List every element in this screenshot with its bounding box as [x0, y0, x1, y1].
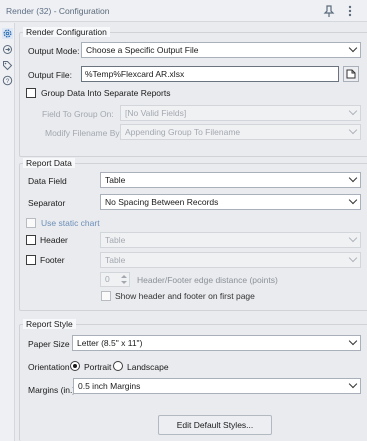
modify-filename-select[interactable]: Appending Group To Filename: [120, 124, 361, 140]
title-bar: Render (32) - Configuration: [0, 0, 367, 22]
field-to-group-value: [No Valid Fields]: [125, 108, 187, 118]
edit-default-styles-button[interactable]: Edit Default Styles...: [158, 415, 272, 435]
output-mode-value: Choose a Specific Output File: [86, 45, 199, 55]
separator-select[interactable]: No Spacing Between Records: [100, 194, 361, 210]
separator-value: No Spacing Between Records: [105, 197, 219, 207]
margins-value: 0.5 inch Margins: [78, 381, 141, 391]
chevron-down-icon: [348, 125, 358, 135]
more-vertical-icon[interactable]: [344, 4, 356, 18]
connection-icon[interactable]: [2, 44, 13, 55]
group-data-checkbox[interactable]: [26, 88, 36, 98]
output-file-input[interactable]: %Temp%Flexcard AR.xlsx: [81, 66, 339, 82]
spin-up-icon: [121, 275, 127, 278]
header-label: Header: [40, 235, 68, 245]
report-style-legend: Report Style: [23, 319, 76, 329]
orientation-label: Orientation: [28, 362, 70, 372]
title-separator: -: [51, 6, 59, 16]
header-select[interactable]: Table: [100, 232, 361, 248]
data-field-value: Table: [105, 175, 126, 185]
chevron-down-icon: [348, 173, 358, 183]
show-header-footer-checkbox[interactable]: [101, 291, 111, 301]
landscape-radio[interactable]: [113, 361, 123, 371]
portrait-radio[interactable]: [70, 361, 80, 371]
group-data-label: Group Data Into Separate Reports: [41, 88, 171, 98]
data-field-label: Data Field: [28, 176, 67, 186]
chevron-down-icon: [348, 233, 358, 243]
tag-icon[interactable]: [2, 60, 13, 71]
render-configuration-legend: Render Configuration: [23, 27, 110, 37]
use-static-chart-label: Use static chart: [41, 218, 100, 228]
window-title: Render (32) - Configuration: [6, 6, 109, 16]
svg-text:?: ?: [6, 78, 10, 85]
gear-icon[interactable]: [2, 28, 13, 39]
landscape-label: Landscape: [127, 362, 169, 372]
help-icon[interactable]: ?: [2, 75, 13, 86]
chevron-down-icon: [348, 106, 358, 116]
spin-down-icon: [121, 281, 127, 284]
data-field-select[interactable]: Table: [100, 172, 361, 188]
edge-distance-value: 0: [105, 274, 110, 284]
chevron-down-icon: [348, 336, 358, 346]
use-static-chart-checkbox[interactable]: [26, 218, 36, 228]
margins-label: Margins (in.): [28, 385, 76, 395]
chevron-down-icon: [348, 43, 358, 53]
footer-value: Table: [105, 255, 126, 265]
edge-distance-stepper[interactable]: 0: [100, 272, 130, 287]
footer-checkbox[interactable]: [26, 255, 36, 265]
margins-select[interactable]: 0.5 inch Margins: [73, 378, 361, 394]
edge-distance-label: Header/Footer edge distance (points): [137, 275, 278, 285]
paper-size-label: Paper Size: [28, 339, 70, 349]
field-to-group-label: Field To Group On:: [42, 109, 114, 119]
report-data-legend: Report Data: [23, 158, 75, 168]
paper-size-select[interactable]: Letter (8.5" x 11"): [72, 335, 361, 351]
tool-name: Render (32): [6, 6, 52, 16]
browse-file-button[interactable]: [343, 66, 359, 82]
show-header-footer-label: Show header and footer on first page: [115, 291, 255, 301]
footer-label: Footer: [40, 255, 65, 265]
chevron-down-icon: [348, 253, 358, 263]
header-value: Table: [105, 235, 126, 245]
field-to-group-select[interactable]: [No Valid Fields]: [120, 105, 361, 121]
paper-size-value: Letter (8.5" x 11"): [77, 338, 143, 348]
header-checkbox[interactable]: [26, 235, 36, 245]
modify-filename-value: Appending Group To Filename: [125, 127, 241, 137]
modify-filename-label: Modify Filename By:: [45, 128, 122, 138]
output-file-label: Output File:: [28, 70, 72, 80]
pin-icon[interactable]: [323, 4, 335, 18]
footer-select[interactable]: Table: [100, 252, 361, 268]
separator-label: Separator: [28, 198, 66, 208]
title-subtitle: Configuration: [58, 6, 110, 16]
chevron-down-icon: [348, 195, 358, 205]
output-mode-label: Output Mode:: [28, 46, 80, 56]
portrait-label: Portrait: [84, 362, 112, 372]
sidebar: ?: [0, 23, 15, 441]
chevron-down-icon: [348, 379, 358, 389]
output-mode-select[interactable]: Choose a Specific Output File: [81, 42, 361, 58]
folder-icon: [346, 69, 356, 79]
